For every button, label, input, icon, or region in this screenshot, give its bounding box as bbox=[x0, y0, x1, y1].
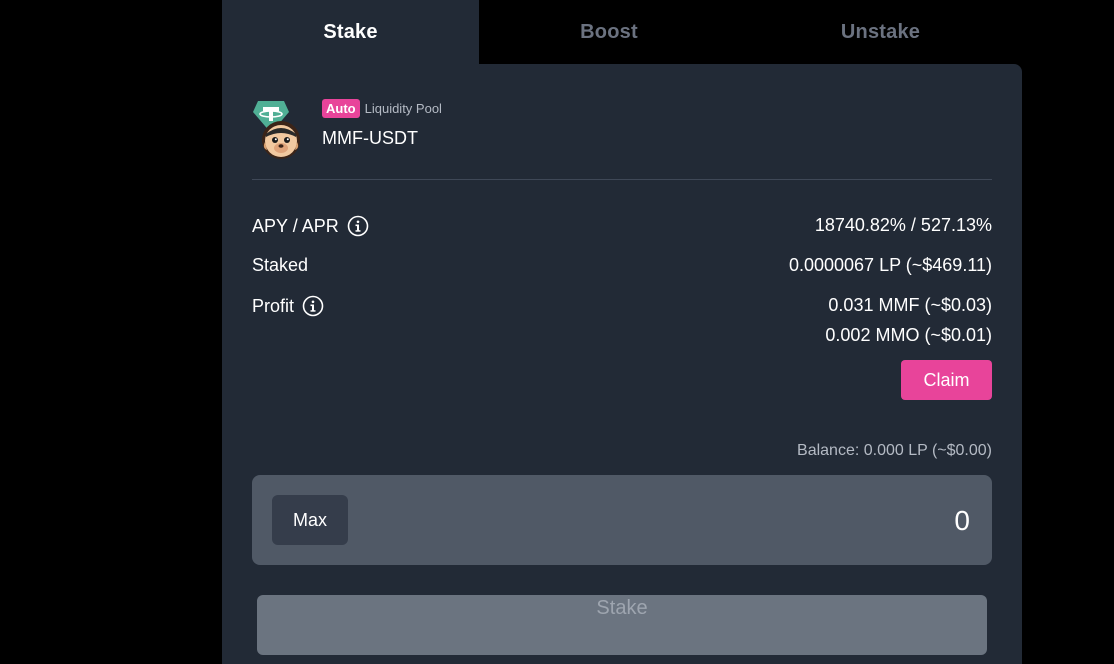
stake-card: Stake Boost Unstake Auto Liquidity Pool … bbox=[222, 0, 1022, 664]
tab-bar: Stake Boost Unstake bbox=[222, 0, 1022, 64]
profit-mmo-value: 0.002 MMO (~$0.01) bbox=[825, 325, 992, 345]
stake-button[interactable]: Stake bbox=[257, 595, 987, 655]
stake-button-label: Stake bbox=[596, 597, 648, 619]
pool-name: MMF-USDT bbox=[322, 128, 418, 148]
stake-panel: Auto Liquidity Pool MMF-USDT APY / APR 1… bbox=[222, 64, 1022, 664]
apy-value: 18740.82% / 527.13% bbox=[814, 215, 992, 235]
balance-text: Balance: 0.000 LP (~$0.00) bbox=[797, 442, 992, 459]
profit-label: Profit bbox=[252, 295, 295, 316]
apy-label: APY / APR bbox=[252, 215, 339, 236]
tab-unstake[interactable]: Unstake bbox=[739, 0, 1022, 64]
profit-label-row: Profit bbox=[252, 295, 324, 317]
auto-badge: Auto bbox=[322, 98, 360, 118]
mmf-icon bbox=[262, 121, 300, 159]
tab-stake[interactable]: Stake bbox=[222, 0, 479, 64]
apy-label-row: APY / APR bbox=[252, 215, 369, 237]
info-icon[interactable] bbox=[347, 215, 369, 237]
amount-box: Max bbox=[252, 475, 992, 565]
pool-header: Auto Liquidity Pool MMF-USDT bbox=[252, 98, 992, 166]
token-pair-icons bbox=[252, 100, 304, 160]
staked-label: Staked bbox=[252, 255, 309, 275]
pool-type-label: Liquidity Pool bbox=[364, 100, 442, 116]
tab-boost[interactable]: Boost bbox=[479, 0, 739, 64]
claim-button[interactable]: Claim bbox=[901, 360, 992, 400]
pool-badges: Auto Liquidity Pool bbox=[322, 98, 442, 118]
divider bbox=[252, 179, 992, 180]
profit-mmf-value: 0.031 MMF (~$0.03) bbox=[828, 295, 992, 315]
amount-input[interactable] bbox=[568, 495, 972, 547]
max-button[interactable]: Max bbox=[272, 495, 348, 545]
staked-value: 0.0000067 LP (~$469.11) bbox=[788, 255, 992, 275]
info-icon[interactable] bbox=[302, 295, 324, 317]
